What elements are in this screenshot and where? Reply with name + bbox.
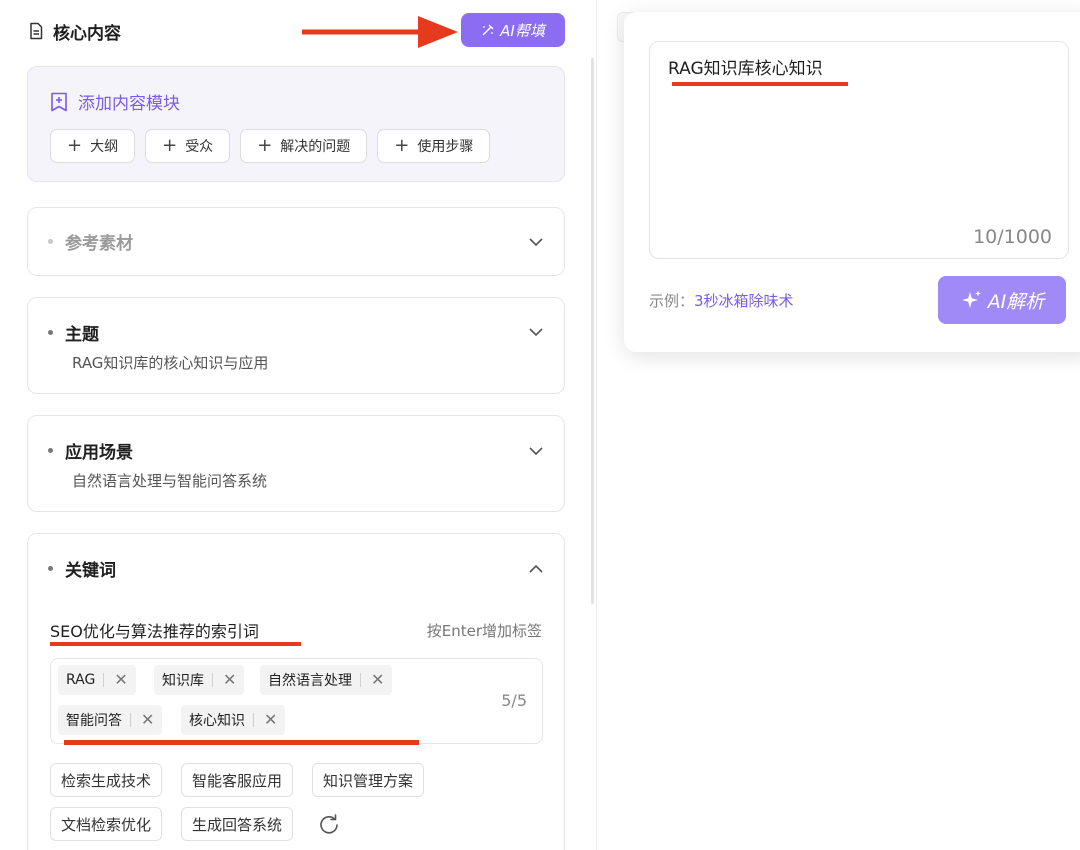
chevron-up-icon[interactable] — [528, 564, 544, 574]
close-icon[interactable]: ✕ — [114, 672, 127, 688]
plus-icon: + — [394, 135, 410, 156]
add-module-label: 添加内容模块 — [78, 94, 180, 114]
plus-icon: + — [67, 135, 83, 156]
example-link[interactable]: 3秒冰箱除味术 — [694, 292, 794, 310]
tag-separator — [253, 713, 254, 727]
chip-label: 受众 — [185, 139, 214, 155]
keywords-card: 关键词 SEO优化与算法推荐的索引词 按Enter增加标签 RAG ✕ 知识库 ✕ … — [27, 533, 565, 850]
keywords-title-text: 关键词 — [65, 561, 116, 581]
tag-separator — [130, 713, 131, 727]
keywords-title: 关键词 — [48, 556, 116, 581]
ai-parse-button[interactable]: AI解析 — [938, 276, 1066, 324]
annotation-underline — [672, 82, 848, 86]
magic-wand-icon — [482, 24, 494, 36]
chevron-down-icon[interactable] — [528, 446, 544, 456]
close-icon[interactable]: ✕ — [371, 672, 384, 688]
textarea-value: RAG知识库核心知识 — [668, 59, 823, 79]
add-module-section: 添加内容模块 + 大纲 + 受众 + 解决的问题 + 使用步骤 — [27, 66, 565, 182]
topic-title: 主题 — [48, 320, 99, 345]
bullet-dot — [48, 566, 53, 571]
tag-label: 知识库 — [162, 673, 204, 689]
close-icon[interactable]: ✕ — [223, 672, 236, 688]
scenario-value: 自然语言处理与智能问答系统 — [72, 472, 268, 490]
sparkle-icon — [961, 290, 981, 308]
keyword-tag: RAG ✕ — [58, 665, 136, 695]
scenario-title-text: 应用场景 — [65, 443, 133, 463]
ai-parse-label: AI解析 — [987, 290, 1045, 313]
refresh-icon[interactable] — [318, 813, 340, 835]
chip-label: 解决的问题 — [280, 139, 351, 155]
keywords-hint: 按Enter增加标签 — [426, 622, 542, 640]
example-hint: 示例：3秒冰箱除味术 — [649, 290, 794, 311]
plus-icon: + — [257, 135, 273, 156]
add-audience-chip[interactable]: + 受众 — [145, 129, 231, 163]
scenario-card[interactable]: 应用场景 自然语言处理与智能问答系统 — [27, 415, 565, 512]
panel-header: 核心内容 — [27, 18, 121, 44]
plus-icon: + — [162, 135, 178, 156]
annotation-underline — [64, 740, 419, 745]
topic-value: RAG知识库的核心知识与应用 — [72, 354, 269, 372]
chip-label: 使用步骤 — [417, 139, 474, 155]
panel-title: 核心内容 — [53, 23, 121, 44]
ai-fill-label: AI帮填 — [500, 21, 545, 40]
topic-title-text: 主题 — [65, 325, 99, 345]
topic-textarea[interactable]: RAG知识库核心知识 10/1000 — [649, 41, 1069, 259]
annotation-arrow — [302, 16, 458, 48]
add-outline-chip[interactable]: + 大纲 — [50, 129, 136, 163]
tag-label: 自然语言处理 — [268, 673, 352, 689]
close-icon[interactable]: ✕ — [264, 712, 277, 728]
tag-label: 智能问答 — [66, 713, 122, 729]
suggested-keyword[interactable]: 智能客服应用 — [181, 763, 294, 797]
topic-card[interactable]: 主题 RAG知识库的核心知识与应用 — [27, 297, 565, 394]
reference-title-text: 参考素材 — [65, 234, 133, 254]
char-count: 10/1000 — [973, 226, 1052, 248]
add-steps-chip[interactable]: + 使用步骤 — [377, 129, 491, 163]
suggested-keyword[interactable]: 文档检索优化 — [50, 807, 163, 841]
keyword-tag: 核心知识 ✕ — [181, 705, 286, 735]
tag-count: 5/5 — [501, 691, 527, 710]
suggested-keyword[interactable]: 知识管理方案 — [312, 763, 425, 797]
scrollbar[interactable] — [591, 58, 594, 604]
reference-title: 参考素材 — [48, 229, 133, 254]
ai-parse-popover: RAG知识库核心知识 10/1000 示例：3秒冰箱除味术 AI解析 — [624, 12, 1080, 352]
add-module-title: 添加内容模块 — [50, 89, 180, 114]
bullet-dot — [48, 448, 53, 453]
document-icon — [30, 22, 43, 40]
tag-separator — [103, 673, 105, 687]
suggested-keyword[interactable]: 检索生成技术 — [50, 763, 163, 797]
tag-separator — [360, 673, 361, 687]
chevron-down-icon[interactable] — [528, 237, 544, 247]
bullet-dot — [48, 330, 53, 335]
keyword-tag-input[interactable]: RAG ✕ 知识库 ✕ 自然语言处理 ✕ 智能问答 ✕ 核心知识 ✕ 5/5 — [50, 658, 543, 744]
ai-fill-button[interactable]: AI帮填 — [461, 13, 565, 47]
chip-label: 大纲 — [90, 139, 119, 155]
add-problem-chip[interactable]: + 解决的问题 — [240, 129, 368, 163]
keywords-heading: SEO优化与算法推荐的索引词 — [50, 622, 259, 641]
core-content-panel: 核心内容 AI帮填 添加内容模块 + 大纲 + 受众 + 解决的问题 + 使用步骤 — [0, 0, 596, 850]
suggested-keyword[interactable]: 生成回答系统 — [181, 807, 294, 841]
tag-label: RAG — [66, 672, 96, 688]
tag-separator — [212, 673, 213, 687]
bookmark-add-icon — [51, 92, 67, 111]
keyword-tag: 知识库 ✕ — [154, 665, 245, 695]
close-icon[interactable]: ✕ — [141, 712, 154, 728]
chevron-down-icon[interactable] — [528, 327, 544, 337]
reference-card[interactable]: 参考素材 — [27, 207, 565, 276]
keyword-tag: 智能问答 ✕ — [58, 705, 163, 735]
scenario-title: 应用场景 — [48, 438, 133, 463]
tag-label: 核心知识 — [189, 713, 245, 729]
example-prefix: 示例： — [649, 292, 695, 310]
annotation-underline — [50, 642, 301, 646]
keyword-tag: 自然语言处理 ✕ — [260, 665, 393, 695]
module-chip-row: + 大纲 + 受众 + 解决的问题 + 使用步骤 — [50, 129, 491, 163]
bullet-dot — [48, 239, 53, 244]
